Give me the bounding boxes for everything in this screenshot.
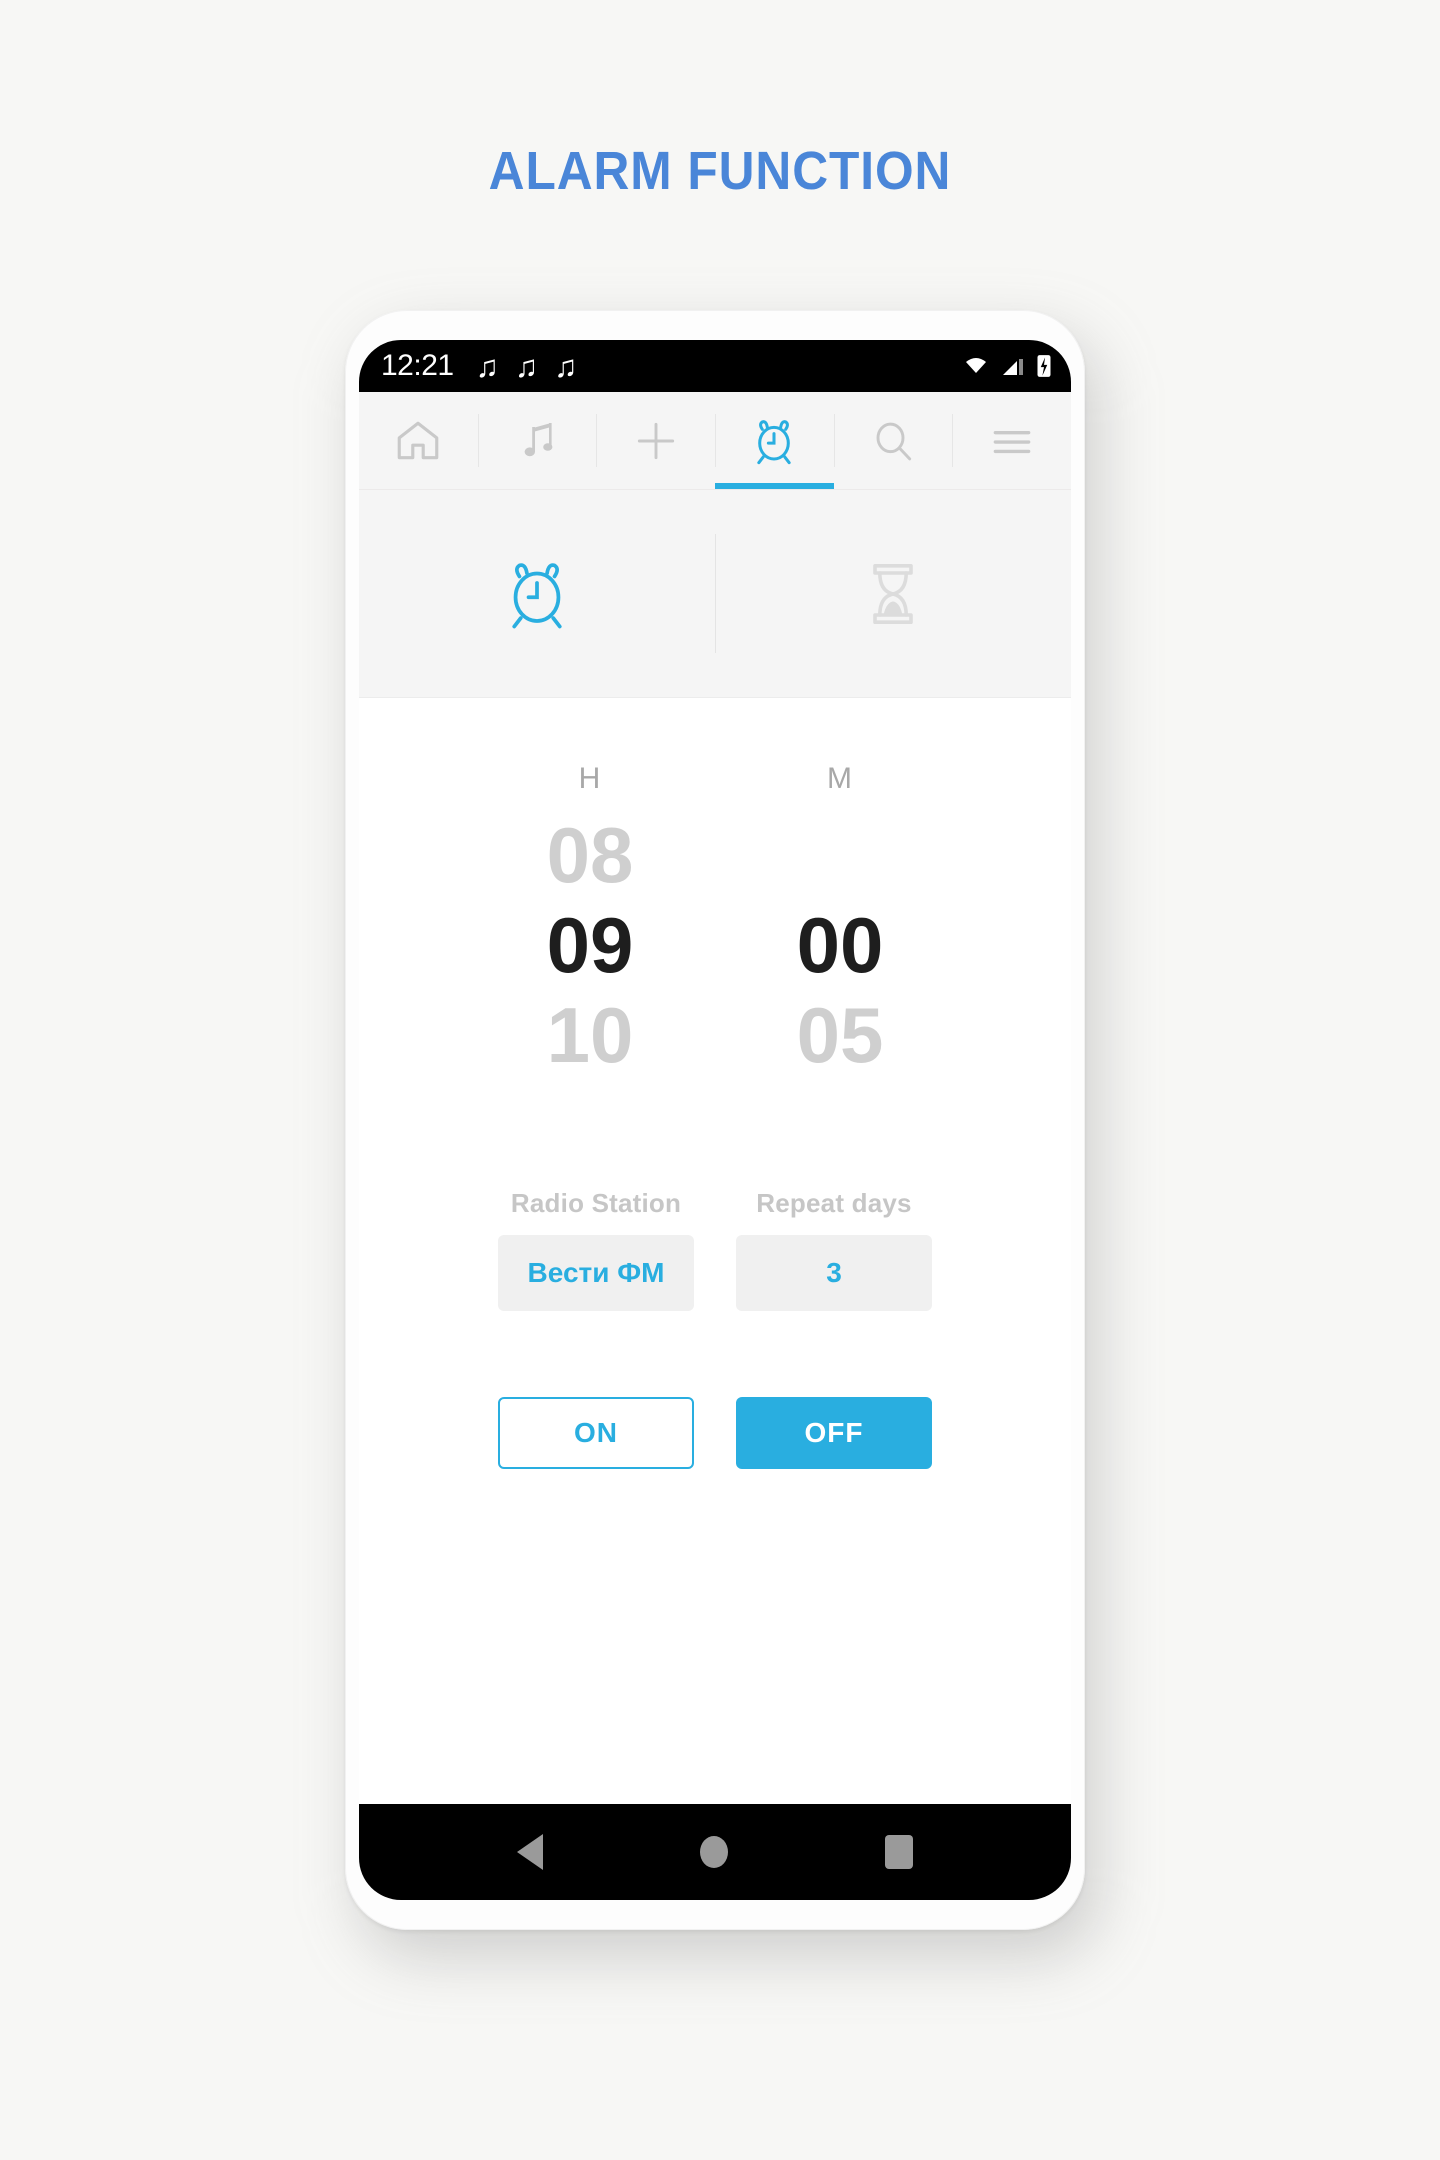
phone-device-frame: 12:21 ♫ ♫ ♫ H M 08 09 10 00 05 Radio Sta… (345, 310, 1085, 1930)
minute-wheel[interactable]: 00 05 (765, 810, 915, 1080)
minute-value-next[interactable]: 05 (797, 990, 884, 1080)
alarm-clock-icon (757, 419, 792, 464)
minute-column-label: M (827, 762, 853, 795)
active-tab-indicator (715, 483, 834, 489)
sub-tab-alarm[interactable] (359, 490, 715, 697)
time-picker-wheels: 08 09 10 00 05 (359, 810, 1071, 1080)
hamburger-menu-icon (993, 430, 1031, 453)
home-icon (398, 421, 439, 459)
wifi-icon (966, 358, 986, 373)
battery-charging-icon (1037, 355, 1051, 377)
alarm-off-button[interactable]: OFF (736, 1397, 932, 1469)
nav-item-search[interactable] (833, 392, 953, 489)
cellular-signal-icon (1003, 359, 1023, 375)
status-bar-time: 12:21 (381, 349, 454, 382)
nav-item-add[interactable] (596, 392, 715, 489)
alarm-settings-row: Radio Station Вести ФМ Repeat days 3 (359, 1188, 1071, 1311)
repeat-days-value[interactable]: 3 (736, 1235, 932, 1311)
status-bar-system-icons (961, 353, 1053, 379)
music-note-icon: ♫ (514, 348, 539, 384)
status-bar: 12:21 ♫ ♫ ♫ (359, 340, 1071, 392)
hour-value-next[interactable]: 10 (547, 990, 634, 1080)
sub-tab-bar (359, 490, 1071, 698)
alarm-clock-icon (512, 562, 562, 628)
minute-value-selected[interactable]: 00 (797, 900, 884, 990)
alarm-on-button[interactable]: ON (498, 1397, 694, 1469)
radio-station-label: Radio Station (510, 1188, 682, 1218)
time-picker-headers: H M (359, 698, 1071, 796)
alarm-action-buttons: ON OFF (359, 1397, 1071, 1469)
recents-square-icon[interactable] (884, 1835, 913, 1869)
repeat-days-selector: Repeat days 3 (736, 1188, 932, 1311)
status-bar-notifications: ♫ ♫ ♫ (476, 351, 578, 382)
android-navigation-bar (359, 1804, 1071, 1900)
sub-tab-timer[interactable] (715, 490, 1071, 697)
home-circle-icon[interactable] (699, 1836, 728, 1868)
music-note-icon: ♫ (475, 348, 499, 384)
plus-icon (637, 422, 674, 459)
nav-item-music[interactable] (477, 392, 597, 489)
hourglass-icon (873, 563, 913, 624)
alarm-content-area: H M 08 09 10 00 05 Radio Station Вести Ф… (359, 698, 1071, 1804)
hour-value-previous[interactable]: 08 (547, 810, 634, 900)
nav-item-menu[interactable] (952, 392, 1071, 489)
search-icon (876, 422, 912, 460)
top-navigation-bar (359, 392, 1071, 490)
hour-wheel[interactable]: 08 09 10 (515, 810, 665, 1080)
nav-item-alarm[interactable] (715, 392, 834, 489)
back-triangle-icon[interactable] (517, 1834, 544, 1870)
hour-column-label: H (578, 762, 602, 795)
nav-item-home[interactable] (359, 392, 478, 489)
page-title: ALARM FUNCTION (488, 141, 952, 201)
hour-value-selected[interactable]: 09 (547, 900, 634, 990)
music-note-icon (524, 422, 553, 456)
phone-screen: 12:21 ♫ ♫ ♫ H M 08 09 10 00 05 Radio Sta… (359, 340, 1071, 1900)
radio-station-selector: Radio Station Вести ФМ (498, 1188, 694, 1311)
radio-station-value[interactable]: Вести ФМ (498, 1235, 694, 1311)
repeat-days-label: Repeat days (756, 1188, 912, 1218)
music-note-icon: ♫ (554, 348, 578, 384)
